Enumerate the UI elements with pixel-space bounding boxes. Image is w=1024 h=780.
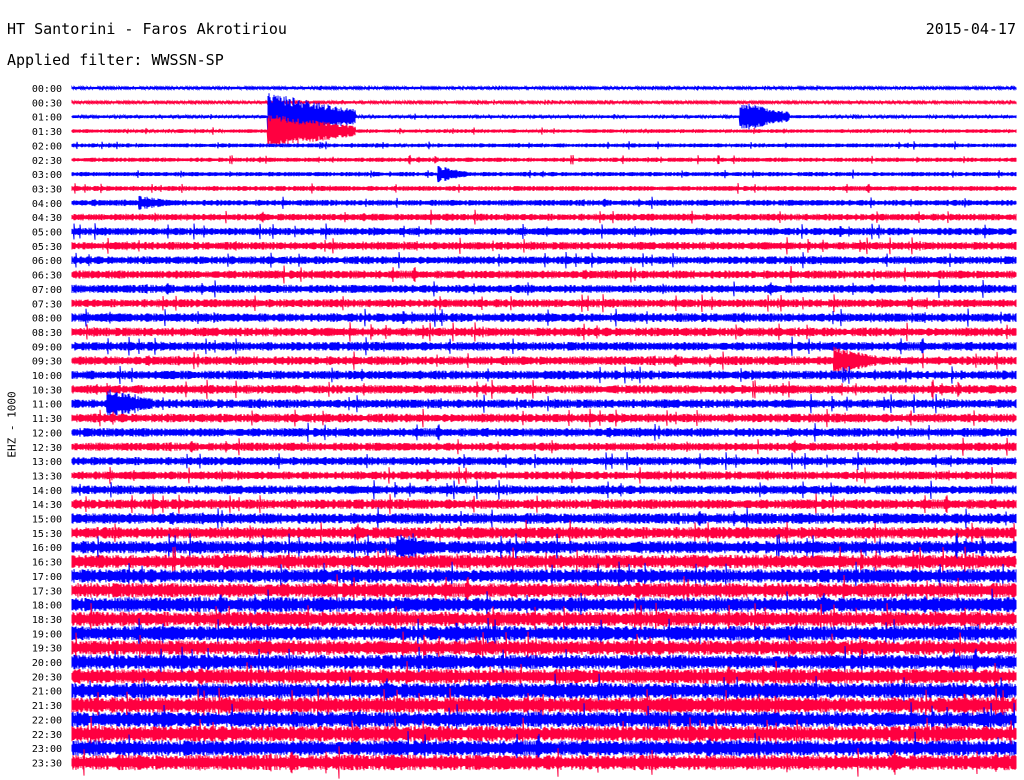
- row-time-label: 02:00: [32, 141, 62, 152]
- trace-row-0130: [71, 115, 1017, 147]
- trace-row-0900: [71, 336, 1017, 356]
- row-time-label: 00:30: [32, 98, 62, 109]
- row-time-label: 15:00: [32, 515, 62, 526]
- row-time-label: 07:00: [32, 285, 62, 296]
- trace-row-1530: [71, 519, 1017, 546]
- trace-row-0030: [71, 99, 1017, 106]
- trace-row-0400: [71, 195, 1017, 210]
- row-time-label: 11:00: [32, 400, 62, 411]
- trace-row-0600: [71, 251, 1017, 269]
- trace-row-1030: [71, 379, 1017, 400]
- row-time-label: 07:30: [32, 299, 62, 310]
- trace-row-0100: [71, 93, 1017, 141]
- row-time-label: 01:00: [32, 113, 62, 124]
- row-time-label: 18:00: [32, 601, 62, 612]
- row-time-label: 19:00: [32, 629, 62, 640]
- row-time-label: 17:30: [32, 586, 62, 597]
- row-time-label: 04:00: [32, 199, 62, 210]
- trace-row-0930: [71, 346, 1017, 375]
- row-time-label: 22:00: [32, 715, 62, 726]
- row-time-label: 19:30: [32, 644, 62, 655]
- trace-row-0500: [71, 223, 1017, 240]
- row-time-label: 03:00: [32, 170, 62, 181]
- row-time-label: 10:30: [32, 385, 62, 396]
- trace-row-0530: [71, 237, 1017, 255]
- row-time-label: 16:30: [32, 558, 62, 569]
- trace-row-1000: [71, 365, 1017, 385]
- row-time-label: 10:00: [32, 371, 62, 382]
- trace-row-0000: [71, 84, 1017, 92]
- row-time-label: 14:30: [32, 500, 62, 511]
- row-time-label: 14:00: [32, 486, 62, 497]
- trace-row-1100: [71, 389, 1017, 418]
- row-time-label: 23:30: [32, 758, 62, 769]
- trace-row-0330: [71, 183, 1017, 194]
- row-time-label: 23:00: [32, 744, 62, 755]
- row-time-label: 06:00: [32, 256, 62, 267]
- row-time-label: 15:30: [32, 529, 62, 540]
- trace-row-1400: [71, 480, 1017, 500]
- row-time-label: 20:00: [32, 658, 62, 669]
- row-time-label: 02:30: [32, 156, 62, 167]
- trace-row-0630: [71, 265, 1017, 284]
- row-time-label: 12:30: [32, 443, 62, 454]
- row-time-label: 17:00: [32, 572, 62, 583]
- row-time-label: 11:30: [32, 414, 62, 425]
- row-time-label: 00:00: [32, 84, 62, 95]
- row-time-label: 08:00: [32, 314, 62, 325]
- row-time-label: 13:00: [32, 457, 62, 468]
- row-time-label: 09:30: [32, 357, 62, 368]
- trace-row-1430: [71, 493, 1017, 515]
- row-time-label: 05:30: [32, 242, 62, 253]
- trace-row-1500: [71, 507, 1017, 530]
- row-time-label: 22:30: [32, 730, 62, 741]
- helicorder-plot: 00:00 00:30 01:00 01:30 02:00 02:30 03:00 03:30…: [32, 84, 1017, 779]
- row-time-label: 09:00: [32, 342, 62, 353]
- trace-row-0830: [71, 322, 1017, 342]
- row-time-label: 05:00: [32, 228, 62, 239]
- trace-row-0300: [71, 166, 1017, 183]
- trace-row-0800: [71, 308, 1017, 327]
- row-time-label: 16:00: [32, 543, 62, 554]
- row-time-label: 06:30: [32, 271, 62, 282]
- trace-row-0430: [71, 209, 1017, 225]
- row-time-label: 18:30: [32, 615, 62, 626]
- row-time-label: 08:30: [32, 328, 62, 339]
- row-time-label: 21:00: [32, 687, 62, 698]
- trace-row-0700: [71, 279, 1017, 298]
- row-time-label: 21:30: [32, 701, 62, 712]
- row-time-label: 04:30: [32, 213, 62, 224]
- trace-row-1230: [71, 437, 1017, 456]
- row-time-label: 12:00: [32, 428, 62, 439]
- trace-row-1330: [71, 466, 1017, 485]
- trace-row-0730: [71, 294, 1017, 313]
- trace-row-1200: [71, 422, 1017, 443]
- row-time-label: 03:30: [32, 184, 62, 195]
- row-time-label: 13:30: [32, 471, 62, 482]
- trace-row-0230: [71, 154, 1017, 165]
- trace-row-1300: [71, 452, 1017, 471]
- row-time-label: 01:30: [32, 127, 62, 138]
- trace-row-1130: [71, 408, 1017, 428]
- row-time-label: 20:30: [32, 672, 62, 683]
- trace-row-0200: [71, 141, 1017, 150]
